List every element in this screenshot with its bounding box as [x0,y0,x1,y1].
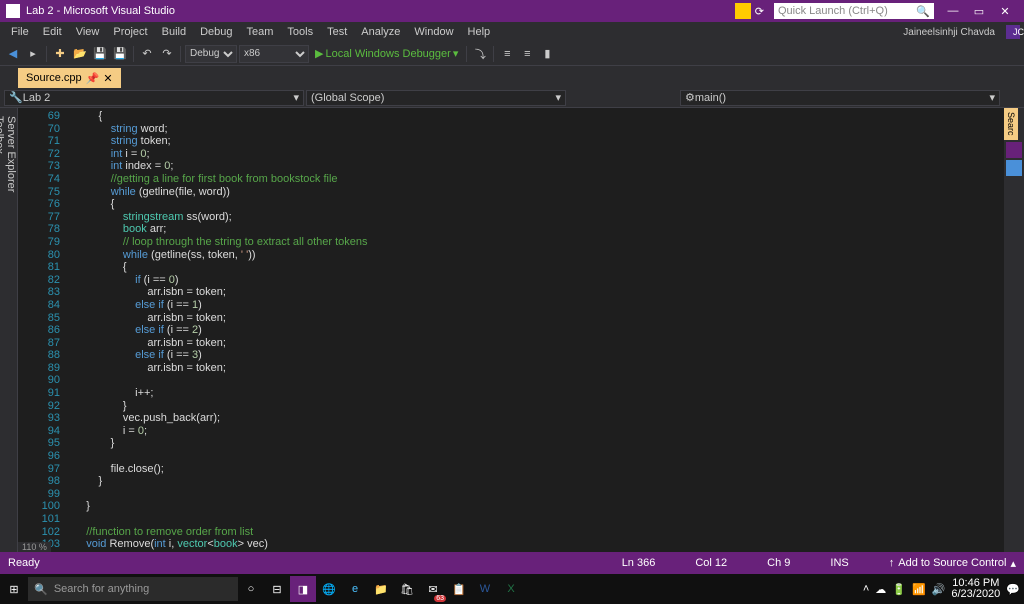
excel-icon[interactable]: X [498,576,524,602]
status-ins: INS [830,557,848,569]
cortana-icon[interactable]: ○ [238,576,264,602]
start-button[interactable]: ⊞ [4,579,24,599]
vs-icon [6,4,20,18]
server-explorer-tab[interactable]: Server Explorer [5,112,17,552]
menu-view[interactable]: View [69,26,107,38]
menu-test[interactable]: Test [320,26,354,38]
nav-fwd-button[interactable]: ▸ [24,45,42,63]
wifi-icon[interactable]: 📶 [912,583,926,596]
nav-back-button[interactable]: ◀ [4,45,22,63]
menu-analyze[interactable]: Analyze [354,26,407,38]
document-tabs: Source.cpp 📌 ✕ [0,66,1024,88]
save-button[interactable]: 💾 [91,45,109,63]
menu-edit[interactable]: Edit [36,26,69,38]
taskbar-search[interactable]: 🔍 Search for anything [28,577,238,601]
status-line: Ln 366 [622,557,656,569]
team-explorer-icon[interactable] [1006,160,1022,176]
edge-icon[interactable]: e [342,576,368,602]
maximize-button[interactable]: ▭ [966,5,992,18]
menu-build[interactable]: Build [155,26,193,38]
cloud-icon[interactable]: ☁ [875,583,886,596]
tab-close-icon[interactable]: ✕ [103,72,112,85]
clock[interactable]: 10:46 PM6/23/2020 [951,578,1000,600]
close-button[interactable]: ✕ [992,5,1018,18]
status-bar: Ready Ln 366 Col 12 Ch 9 INS ↑ Add to So… [0,552,1024,574]
status-ch: Ch 9 [767,557,790,569]
title-bar: Lab 2 - Microsoft Visual Studio ⟳ Quick … [0,0,1024,22]
store-icon[interactable]: 🛍 [394,576,420,602]
tab-label: Source.cpp [26,72,82,84]
minimize-button[interactable]: — [940,5,966,17]
menu-bar: File Edit View Project Build Debug Team … [0,22,1024,42]
menu-tools[interactable]: Tools [280,26,320,38]
search-tab[interactable]: Searc [1004,108,1018,140]
indent-button[interactable]: ≡ [498,45,516,63]
volume-icon[interactable]: 🔊 [932,583,946,596]
explorer-icon[interactable]: 📁 [368,576,394,602]
outdent-button[interactable]: ≡ [518,45,536,63]
step-button[interactable]: ⤵ [471,45,489,63]
word-icon[interactable]: W [472,576,498,602]
line-gutter: 6970717273747576777879808182838485868788… [18,110,74,551]
user-badge[interactable]: JC [1006,25,1020,39]
pin-icon[interactable]: 📌 [86,72,100,85]
quick-launch-input[interactable]: Quick Launch (Ctrl+Q)🔍 [774,3,934,19]
nav-bar: 🔧 Lab 2▾ (Global Scope)▾ ⚙ main()▾ [0,88,1024,108]
notifications-icon[interactable]: 💬 [1006,583,1020,596]
global-scope[interactable]: (Global Scope)▾ [306,90,566,106]
right-sidebar: Searc [1004,108,1024,552]
zoom-percent[interactable]: 110 % [18,542,51,552]
config-select[interactable]: Debug [185,45,237,63]
user-name[interactable]: Jaineelsinhji Chavda [896,27,1002,38]
vs-taskbar-icon[interactable]: ◨ [290,576,316,602]
left-sidebar: Server Explorer Toolbox [0,108,18,552]
feedback-icon[interactable]: ⟳ [755,5,764,18]
source-control-button[interactable]: ↑ Add to Source Control ▴ [889,557,1016,570]
properties-icon[interactable] [1006,142,1022,158]
menu-debug[interactable]: Debug [193,26,239,38]
redo-button[interactable]: ↷ [158,45,176,63]
menu-file[interactable]: File [4,26,36,38]
toolbar: ◀ ▸ ✚ 📂 💾 💾 ↶ ↷ Debug x86 ▶Local Windows… [0,42,1024,66]
system-tray[interactable]: ˄ ☁ 🔋 📶 🔊 10:46 PM6/23/2020 💬 [863,578,1020,600]
function-scope[interactable]: ⚙ main()▾ [680,90,1000,106]
code-content[interactable]: { string word; string token; int i = 0; … [74,110,1024,551]
menu-project[interactable]: Project [106,26,154,38]
comment-button[interactable]: ▮ [538,45,556,63]
notification-flag-icon[interactable] [735,3,751,19]
status-col: Col 12 [695,557,727,569]
status-ready: Ready [8,557,40,569]
battery-icon[interactable]: 🔋 [892,583,906,596]
tab-source-cpp[interactable]: Source.cpp 📌 ✕ [18,68,121,88]
menu-help[interactable]: Help [461,26,498,38]
project-scope[interactable]: 🔧 Lab 2▾ [4,90,304,106]
chrome-icon[interactable]: 🌐 [316,576,342,602]
app-icon[interactable]: 📋 [446,576,472,602]
mail-icon[interactable]: ✉63 [420,576,446,602]
start-debug-button[interactable]: ▶Local Windows Debugger ▾ [311,47,462,60]
new-project-button[interactable]: ✚ [51,45,69,63]
windows-taskbar: ⊞ 🔍 Search for anything ○ ⊟ ◨ 🌐 e 📁 🛍 ✉6… [0,574,1024,604]
menu-team[interactable]: Team [240,26,281,38]
undo-button[interactable]: ↶ [138,45,156,63]
platform-select[interactable]: x86 [239,45,309,63]
menu-window[interactable]: Window [407,26,460,38]
open-button[interactable]: 📂 [71,45,89,63]
tray-chevron-icon[interactable]: ˄ [863,583,869,595]
code-editor[interactable]: 6970717273747576777879808182838485868788… [18,108,1024,552]
task-view-icon[interactable]: ⊟ [264,576,290,602]
window-title: Lab 2 - Microsoft Visual Studio [26,5,175,17]
save-all-button[interactable]: 💾 [111,45,129,63]
